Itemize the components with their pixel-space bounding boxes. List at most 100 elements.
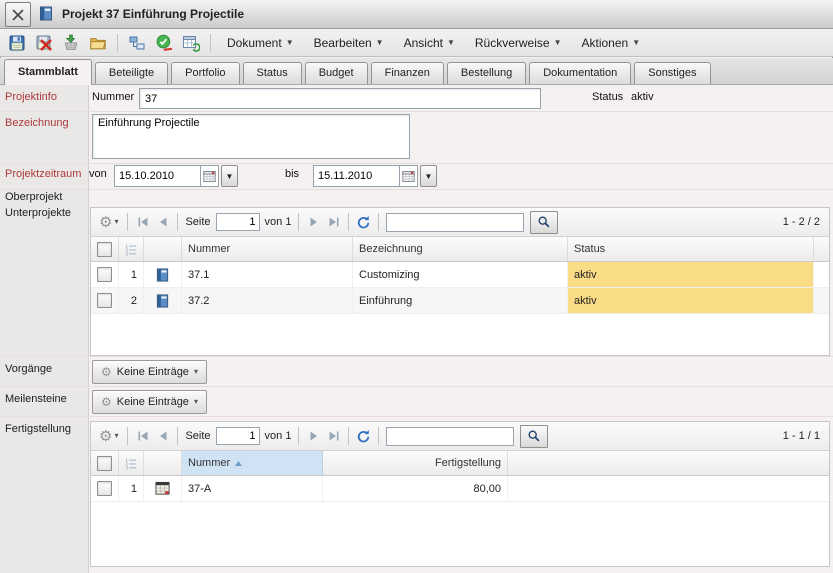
menu-rueckverweise[interactable]: Rückverweise▼ xyxy=(472,34,565,52)
close-button[interactable] xyxy=(5,2,31,27)
chevron-down-icon: ▾ xyxy=(114,432,118,440)
projektinfo-label: Projektinfo xyxy=(5,91,57,103)
delete-button[interactable] xyxy=(34,33,54,53)
next-page-icon xyxy=(308,430,320,442)
row-number-column-header[interactable]: 123 xyxy=(119,237,144,261)
toolbar-separator xyxy=(117,34,118,52)
next-page-button[interactable] xyxy=(306,429,321,444)
last-page-button[interactable] xyxy=(326,429,341,444)
von-dropdown-button[interactable]: ▼ xyxy=(221,165,238,187)
chevron-down-icon: ▾ xyxy=(114,218,118,226)
page-input[interactable] xyxy=(216,213,260,231)
prev-page-button[interactable] xyxy=(155,215,170,230)
von-date-input[interactable] xyxy=(114,165,200,187)
row-checkbox[interactable] xyxy=(97,481,112,496)
hierarchy-button[interactable] xyxy=(127,33,147,53)
grid-search-input[interactable] xyxy=(386,427,514,446)
column-header-fertigstellung[interactable]: Fertigstellung xyxy=(323,451,508,475)
select-all-checkbox[interactable] xyxy=(91,451,119,475)
grid-settings-button[interactable]: ⚙▾ xyxy=(97,214,120,231)
column-header-nummer[interactable]: Nummer xyxy=(182,237,353,261)
refresh-button[interactable] xyxy=(356,429,371,444)
bezeichnung-textarea[interactable]: Einführung Projectile xyxy=(92,114,410,159)
fertigstellung-grid: ⚙▾ Seite von 1 1 - 1 / 1 123 xyxy=(90,421,830,567)
prev-page-icon xyxy=(157,216,169,228)
bis-label: bis xyxy=(285,168,299,180)
tab-dokumentation[interactable]: Dokumentation xyxy=(529,62,631,84)
save-button[interactable] xyxy=(7,33,27,53)
last-page-icon xyxy=(328,216,340,228)
refresh-button[interactable] xyxy=(356,215,371,230)
tab-status[interactable]: Status xyxy=(243,62,302,84)
grid-search-input[interactable] xyxy=(386,213,524,232)
first-page-button[interactable] xyxy=(135,429,150,444)
table-row[interactable]: 1 37-A 80,00 xyxy=(91,476,829,502)
chevron-down-icon: ▼ xyxy=(447,39,455,47)
main-toolbar: Dokument▼ Bearbeiten▼ Ansicht▼ Rückverwe… xyxy=(0,29,833,57)
next-page-button[interactable] xyxy=(306,215,321,230)
nummer-input[interactable] xyxy=(139,88,541,109)
menu-dokument[interactable]: Dokument▼ xyxy=(224,34,297,52)
tab-bestellung[interactable]: Bestellung xyxy=(447,62,526,84)
von-calendar-button[interactable] xyxy=(200,165,219,187)
page-count-label: von 1 xyxy=(265,216,292,228)
grid-settings-button[interactable]: ⚙▾ xyxy=(97,428,120,445)
recalculate-button[interactable] xyxy=(181,33,201,53)
bis-date-widget: ▼ xyxy=(313,165,437,187)
cell-fertigstellung: 80,00 xyxy=(323,476,508,501)
grid-search-button[interactable] xyxy=(520,425,548,448)
menu-ansicht[interactable]: Ansicht▼ xyxy=(401,34,458,52)
fertigstellung-grid-header: 123 Nummer Fertigstellung xyxy=(91,451,829,476)
page-input[interactable] xyxy=(216,427,260,445)
status-label: Status xyxy=(592,91,623,103)
vorgaenge-label: Vorgänge xyxy=(5,363,52,375)
row-checkbox[interactable] xyxy=(97,293,112,308)
unterprojekte-grid-toolbar: ⚙▾ Seite von 1 1 - 2 / 2 xyxy=(91,208,829,237)
unterprojekte-grid: ⚙▾ Seite von 1 1 - 2 / 2 123 xyxy=(90,207,830,356)
column-header-status[interactable]: Status xyxy=(568,237,814,261)
prev-page-icon xyxy=(157,430,169,442)
validate-button[interactable] xyxy=(154,33,174,53)
row-number-column-header[interactable]: 123 xyxy=(119,451,144,475)
tab-finanzen[interactable]: Finanzen xyxy=(371,62,444,84)
cell-nummer: 37-A xyxy=(182,476,323,501)
bis-dropdown-button[interactable]: ▼ xyxy=(420,165,437,187)
column-header-nummer-sorted[interactable]: Nummer xyxy=(182,451,323,475)
first-page-button[interactable] xyxy=(135,215,150,230)
menu-bearbeiten[interactable]: Bearbeiten▼ xyxy=(311,34,387,52)
last-page-button[interactable] xyxy=(326,215,341,230)
row-checkbox[interactable] xyxy=(97,267,112,282)
meilensteine-entries-button[interactable]: ⚙ Keine Einträge ▾ xyxy=(92,390,207,414)
row-range-label: 1 - 2 / 2 xyxy=(783,216,823,228)
row-number: 1 xyxy=(119,476,144,501)
bis-date-input[interactable] xyxy=(313,165,399,187)
fertigstellung-grid-toolbar: ⚙▾ Seite von 1 1 - 1 / 1 xyxy=(91,422,829,451)
tab-beteiligte[interactable]: Beteiligte xyxy=(95,62,168,84)
tab-stammblatt[interactable]: Stammblatt xyxy=(4,59,92,85)
bis-calendar-button[interactable] xyxy=(399,165,418,187)
tab-budget[interactable]: Budget xyxy=(305,62,368,84)
validate-check-icon xyxy=(155,34,173,52)
tab-sonstiges[interactable]: Sonstiges xyxy=(634,62,710,84)
column-header-bezeichnung[interactable]: Bezeichnung xyxy=(353,237,568,261)
checkin-button[interactable] xyxy=(61,33,81,53)
chevron-down-icon: ▼ xyxy=(425,172,433,181)
tab-portfolio[interactable]: Portfolio xyxy=(171,62,239,84)
subproject-icon xyxy=(144,262,182,287)
grid-search-button[interactable] xyxy=(530,211,558,234)
search-icon xyxy=(537,215,551,229)
prev-page-button[interactable] xyxy=(155,429,170,444)
icon-column-header xyxy=(144,237,182,261)
vorgaenge-entries-button[interactable]: ⚙ Keine Einträge ▾ xyxy=(92,360,207,384)
open-button[interactable] xyxy=(88,33,108,53)
tabbar: Stammblatt Beteiligte Portfolio Status B… xyxy=(0,58,833,85)
table-row[interactable]: 1 37.1 Customizing aktiv xyxy=(91,262,829,288)
cell-bezeichnung: Einführung xyxy=(353,288,568,313)
table-row[interactable]: 2 37.2 Einführung aktiv xyxy=(91,288,829,314)
chevron-down-icon: ▾ xyxy=(194,368,198,376)
menu-aktionen[interactable]: Aktionen▼ xyxy=(579,34,644,52)
select-all-checkbox[interactable] xyxy=(91,237,119,261)
page-count-label: von 1 xyxy=(265,430,292,442)
first-page-icon xyxy=(137,430,149,442)
toolbar-separator xyxy=(210,34,211,52)
